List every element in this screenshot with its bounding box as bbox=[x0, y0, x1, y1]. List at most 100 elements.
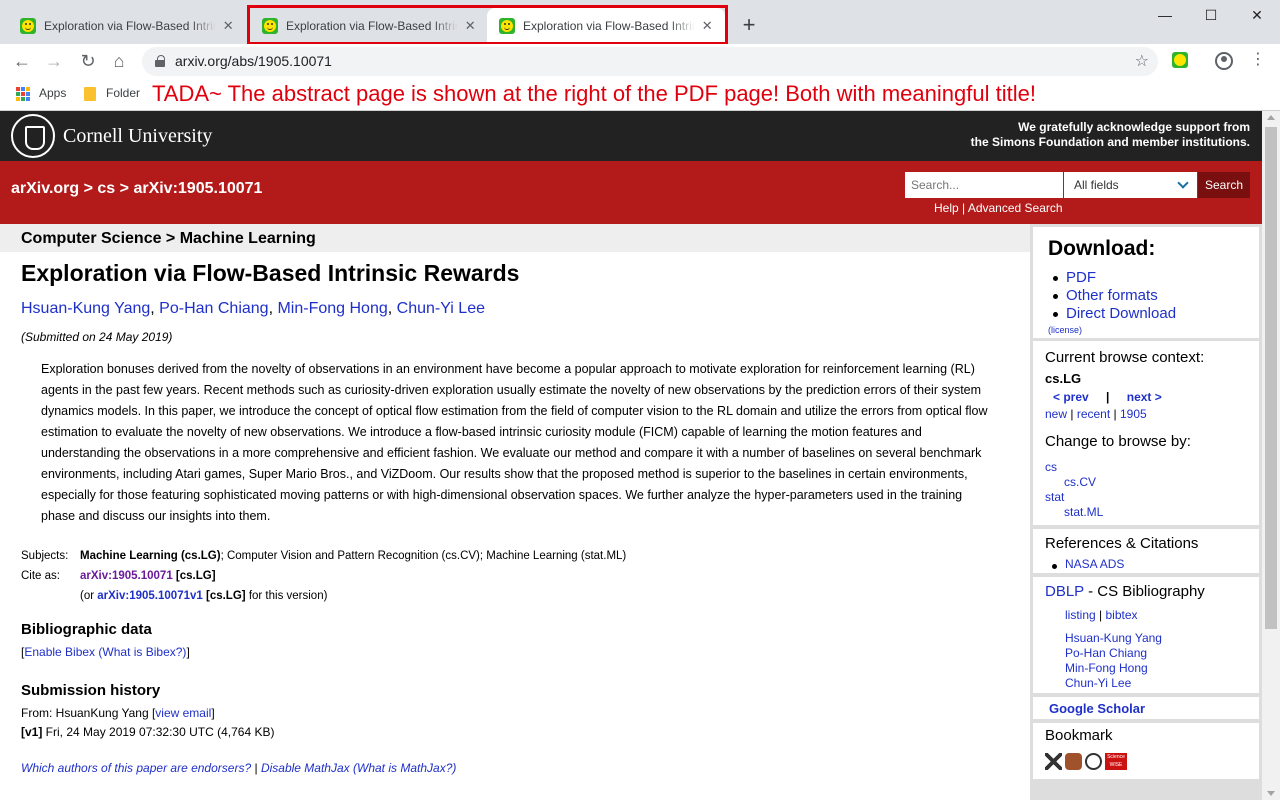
page-scrollbar[interactable] bbox=[1262, 111, 1280, 800]
view-email-link[interactable]: view email bbox=[155, 706, 211, 720]
license-link[interactable]: (license) bbox=[1048, 325, 1082, 335]
dblp-link[interactable]: DBLP bbox=[1045, 583, 1084, 600]
close-tab-icon[interactable]: ✕ bbox=[220, 18, 236, 34]
tab-1[interactable]: Exploration via Flow-Based Intrinsic Rew… bbox=[8, 8, 246, 44]
minimize-icon[interactable]: — bbox=[1142, 4, 1188, 26]
version-text: Fri, 24 May 2019 07:32:30 UTC (4,764 KB) bbox=[42, 725, 275, 739]
enable-bibex-link[interactable]: Enable Bibex bbox=[24, 645, 95, 659]
search-field-select[interactable]: All fields bbox=[1064, 172, 1197, 198]
separator: | bbox=[1106, 390, 1110, 404]
bibsonomy-icon[interactable] bbox=[1045, 753, 1062, 770]
cornell-brand[interactable]: Cornell University bbox=[63, 125, 212, 148]
context-value: cs.LG bbox=[1045, 371, 1082, 386]
sciencewise-icon[interactable]: Science WISE bbox=[1105, 753, 1127, 770]
separator: | bbox=[962, 201, 966, 215]
bracket: ] bbox=[186, 645, 190, 659]
lock-icon bbox=[155, 55, 165, 67]
dblp-author-link[interactable]: Chun-Yi Lee bbox=[1065, 676, 1131, 690]
submission-history-heading: Submission history bbox=[21, 682, 161, 699]
author-link[interactable]: Po-Han Chiang bbox=[159, 300, 268, 317]
help-link[interactable]: Help bbox=[934, 201, 959, 215]
scholar-box: Google Scholar bbox=[1033, 697, 1259, 719]
cite-id-link[interactable]: arXiv:1905.10071 bbox=[80, 570, 173, 582]
apps-grid-icon[interactable] bbox=[16, 87, 30, 101]
bookmark-box: Bookmark Science WISE bbox=[1033, 723, 1259, 779]
search-input[interactable]: Search... bbox=[905, 172, 1063, 198]
bibliographic-heading: Bibliographic data bbox=[21, 621, 152, 638]
what-is-bibex-link[interactable]: (What is Bibex?) bbox=[98, 645, 186, 659]
prev-link[interactable]: < prev bbox=[1053, 390, 1089, 404]
next-link[interactable]: next > bbox=[1127, 390, 1162, 404]
bookmark-heading: Bookmark bbox=[1045, 727, 1113, 744]
home-icon[interactable]: ⌂ bbox=[107, 49, 131, 73]
direct-download-link[interactable]: Direct Download bbox=[1066, 305, 1176, 322]
reddit-icon[interactable] bbox=[1085, 753, 1102, 770]
nasa-ads-link[interactable]: NASA ADS bbox=[1065, 557, 1124, 571]
search-button[interactable]: Search bbox=[1198, 172, 1250, 198]
bookmark-folder[interactable]: Folder bbox=[106, 86, 140, 100]
browse-stat-link[interactable]: stat bbox=[1045, 490, 1064, 504]
listing-link[interactable]: listing bbox=[1065, 608, 1096, 622]
ack-line-1: We gratefully acknowledge support from bbox=[1018, 120, 1250, 134]
bookmark-star-icon[interactable]: ☆ bbox=[1135, 51, 1149, 71]
address-bar[interactable]: arxiv.org/abs/1905.10071 ☆ bbox=[142, 47, 1158, 76]
reload-icon[interactable]: ↻ bbox=[76, 49, 100, 73]
download-list: PDF Other formats Direct Download bbox=[1053, 269, 1176, 323]
bibtex-link[interactable]: bibtex bbox=[1106, 608, 1138, 622]
separator: | bbox=[1070, 407, 1074, 421]
separator: | bbox=[1113, 407, 1117, 421]
endorsers-link[interactable]: Which authors of this paper are endorser… bbox=[21, 761, 251, 775]
scroll-thumb[interactable] bbox=[1265, 127, 1277, 629]
new-tab-button[interactable]: + bbox=[737, 14, 761, 38]
scroll-down-icon[interactable] bbox=[1267, 791, 1275, 796]
author-link[interactable]: Min-Fong Hong bbox=[277, 300, 387, 317]
bookmark-apps[interactable]: Apps bbox=[39, 86, 66, 100]
chevron-down-icon bbox=[1177, 177, 1189, 189]
maximize-icon[interactable]: ☐ bbox=[1188, 4, 1234, 26]
cite-or: (or bbox=[80, 590, 95, 602]
new-link[interactable]: new bbox=[1045, 407, 1067, 421]
advanced-search-link[interactable]: Advanced Search bbox=[968, 201, 1063, 215]
dblp-author-link[interactable]: Min-Fong Hong bbox=[1065, 661, 1148, 675]
select-value: All fields bbox=[1074, 178, 1119, 192]
annotation-text: TADA~ The abstract page is shown at the … bbox=[152, 81, 1036, 106]
smiley-extension-icon[interactable] bbox=[1172, 52, 1188, 68]
cornell-seal-icon[interactable] bbox=[11, 114, 55, 158]
back-arrow-icon[interactable]: ← bbox=[10, 49, 34, 73]
author-link[interactable]: Hsuan-Kung Yang bbox=[21, 300, 150, 317]
references-heading: References & Citations bbox=[1045, 535, 1199, 552]
other-subjects: ; Computer Vision and Pattern Recognitio… bbox=[220, 550, 627, 562]
references-list: NASA ADS bbox=[1052, 557, 1124, 575]
year-link[interactable]: 1905 bbox=[1120, 407, 1147, 421]
smiley-favicon-icon bbox=[20, 18, 36, 34]
main-content: Exploration via Flow-Based Intrinsic Rew… bbox=[0, 252, 1030, 800]
from-text: From: HsuanKung Yang [ bbox=[21, 706, 156, 720]
browse-statml-link[interactable]: stat.ML bbox=[1064, 505, 1103, 519]
kebab-menu-icon[interactable]: ⋮ bbox=[1250, 49, 1266, 69]
cite-v1-link[interactable]: arXiv:1905.10071v1 bbox=[97, 590, 203, 602]
browse-cs-link[interactable]: cs bbox=[1045, 460, 1057, 474]
scroll-up-icon[interactable] bbox=[1267, 115, 1275, 120]
dblp-author-link[interactable]: Hsuan-Kung Yang bbox=[1065, 631, 1162, 645]
change-browse-heading: Change to browse by: bbox=[1045, 433, 1191, 450]
folder-icon bbox=[84, 87, 96, 101]
profile-avatar-icon[interactable] bbox=[1215, 52, 1233, 70]
primary-subject: Machine Learning (cs.LG) bbox=[80, 550, 221, 562]
other-formats-link[interactable]: Other formats bbox=[1066, 287, 1158, 304]
disable-mathjax-link[interactable]: Disable MathJax bbox=[261, 761, 350, 775]
browser-toolbar: ← → ↻ ⌂ arxiv.org/abs/1905.10071 ☆ ⋮ bbox=[0, 44, 1280, 78]
forward-arrow-icon[interactable]: → bbox=[42, 49, 66, 73]
what-is-mathjax-link[interactable]: (What is MathJax?) bbox=[353, 761, 456, 775]
dblp-author-link[interactable]: Po-Han Chiang bbox=[1065, 646, 1147, 660]
breadcrumb[interactable]: arXiv.org > cs > arXiv:1905.10071 bbox=[11, 180, 262, 198]
separator: | bbox=[254, 761, 258, 775]
google-scholar-link[interactable]: Google Scholar bbox=[1049, 701, 1145, 716]
browse-cscv-link[interactable]: cs.CV bbox=[1064, 475, 1096, 489]
author-link[interactable]: Chun-Yi Lee bbox=[397, 300, 485, 317]
version-label: [v1] bbox=[21, 725, 43, 739]
mendeley-icon[interactable] bbox=[1065, 753, 1082, 770]
pdf-link[interactable]: PDF bbox=[1066, 269, 1096, 286]
close-window-icon[interactable]: ✕ bbox=[1234, 4, 1280, 26]
tab-title: Exploration via Flow-Based Intrinsic Rew… bbox=[44, 19, 217, 33]
recent-link[interactable]: recent bbox=[1077, 407, 1110, 421]
